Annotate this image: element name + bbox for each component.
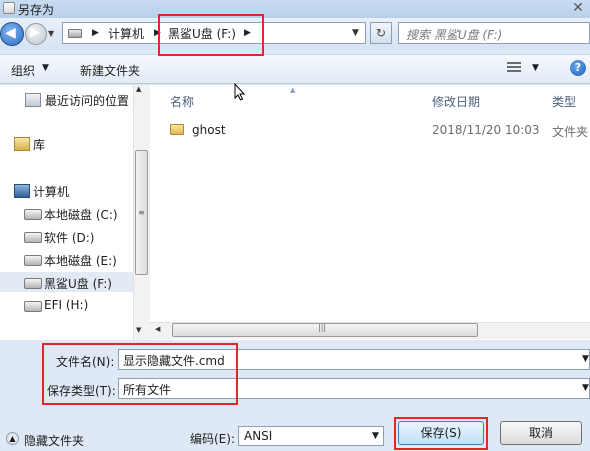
chevron-down-icon[interactable]: ▼ <box>532 63 539 73</box>
sidebar-item-label: EFI (H:) <box>44 298 89 312</box>
folder-icon <box>170 124 184 135</box>
help-icon[interactable]: ? <box>570 60 586 76</box>
scroll-left-icon[interactable]: ◀ <box>155 325 160 333</box>
refresh-icon: ↻ <box>375 26 387 40</box>
window-icon <box>3 2 15 14</box>
new-folder-button[interactable]: 新建文件夹 <box>80 62 140 79</box>
column-header-type[interactable]: 类型 <box>552 93 576 110</box>
sidebar-item-usb-drive-f[interactable]: 黑鲨U盘 (F:) <box>0 272 133 292</box>
highlight-box-form <box>42 343 238 405</box>
sidebar-item-drive-d[interactable]: 软件 (D:) <box>0 226 133 246</box>
sidebar-item-drive-c[interactable]: 本地磁盘 (C:) <box>0 203 133 223</box>
drive-icon <box>24 301 42 312</box>
sidebar-item-library[interactable]: 库 <box>0 133 133 153</box>
grip-icon: ||| <box>318 323 327 332</box>
sidebar-item-drive-e[interactable]: 本地磁盘 (E:) <box>0 249 133 269</box>
sidebar-item-label: 计算机 <box>33 185 70 199</box>
breadcrumb-arrow-icon[interactable]: ▶ <box>92 28 99 38</box>
highlight-box-address <box>158 14 264 56</box>
sidebar-item-label: 软件 (D:) <box>44 231 95 245</box>
sidebar-item-recent-places[interactable]: 最近访问的位置 <box>0 89 133 109</box>
encoding-label: 编码(E): <box>190 432 235 446</box>
chevron-down-icon[interactable]: ▼ <box>582 354 589 364</box>
chevron-down-icon[interactable]: ▼ <box>582 383 589 393</box>
file-modified-date: 2018/11/20 10:03 <box>432 123 540 137</box>
mouse-cursor-icon <box>234 83 246 101</box>
encoding-value[interactable]: ANSI <box>244 429 272 443</box>
recent-pages-dropdown-icon[interactable]: ▼ <box>48 29 58 39</box>
scroll-up-icon[interactable]: ▲ <box>136 85 141 93</box>
library-icon <box>14 137 30 151</box>
sort-indicator-icon: ▲ <box>290 86 296 94</box>
computer-icon <box>68 29 82 38</box>
drive-icon <box>24 232 42 243</box>
view-options-icon[interactable] <box>507 61 523 75</box>
recent-places-icon <box>25 93 41 107</box>
drive-icon <box>24 255 42 266</box>
chevron-down-icon: ▼ <box>42 63 49 73</box>
column-header-modified[interactable]: 修改日期 <box>432 93 480 110</box>
chevron-up-icon[interactable]: ▲ <box>6 432 19 445</box>
address-dropdown-icon[interactable]: ▼ <box>352 28 359 38</box>
highlight-box-save <box>394 417 488 450</box>
organize-button[interactable]: 组织 <box>11 62 35 79</box>
sidebar-item-label: 库 <box>33 138 46 152</box>
back-arrow-icon: ◀ <box>5 25 16 41</box>
cancel-button[interactable]: 取消 <box>500 421 582 445</box>
sidebar-item-label: 本地磁盘 (C:) <box>44 208 118 222</box>
forward-arrow-icon: ▶ <box>30 25 40 40</box>
window-title: 另存为 <box>18 3 55 17</box>
computer-icon <box>14 184 30 198</box>
breadcrumb-computer[interactable]: 计算机 <box>108 25 144 42</box>
sidebar-item-label: 最近访问的位置 <box>45 94 130 108</box>
sidebar-item-label: 本地磁盘 (E:) <box>44 254 117 268</box>
grip-icon: ≡ <box>138 208 145 217</box>
sidebar-item-computer[interactable]: 计算机 <box>0 180 133 200</box>
usb-drive-icon <box>24 278 42 289</box>
file-type: 文件夹 <box>552 125 589 139</box>
back-button[interactable]: ◀ <box>0 22 24 46</box>
scroll-down-icon[interactable]: ▼ <box>136 326 141 334</box>
forward-button[interactable]: ▶ <box>25 23 47 45</box>
hide-folders-button[interactable]: 隐藏文件夹 <box>24 432 84 449</box>
file-name[interactable]: ghost <box>192 123 226 137</box>
column-header-name[interactable]: 名称 <box>170 93 194 110</box>
sidebar-item-label: 黑鲨U盘 (F:) <box>44 277 112 291</box>
sidebar-item-drive-h[interactable]: EFI (H:) <box>0 295 133 315</box>
refresh-button[interactable]: ↻ <box>370 22 392 44</box>
drive-icon <box>24 209 42 220</box>
search-placeholder: 搜索 黑鲨U盘 (F:) <box>406 28 503 42</box>
chevron-down-icon[interactable]: ▼ <box>372 431 379 441</box>
close-icon[interactable]: ✕ <box>570 0 586 16</box>
title-bar <box>0 0 590 18</box>
